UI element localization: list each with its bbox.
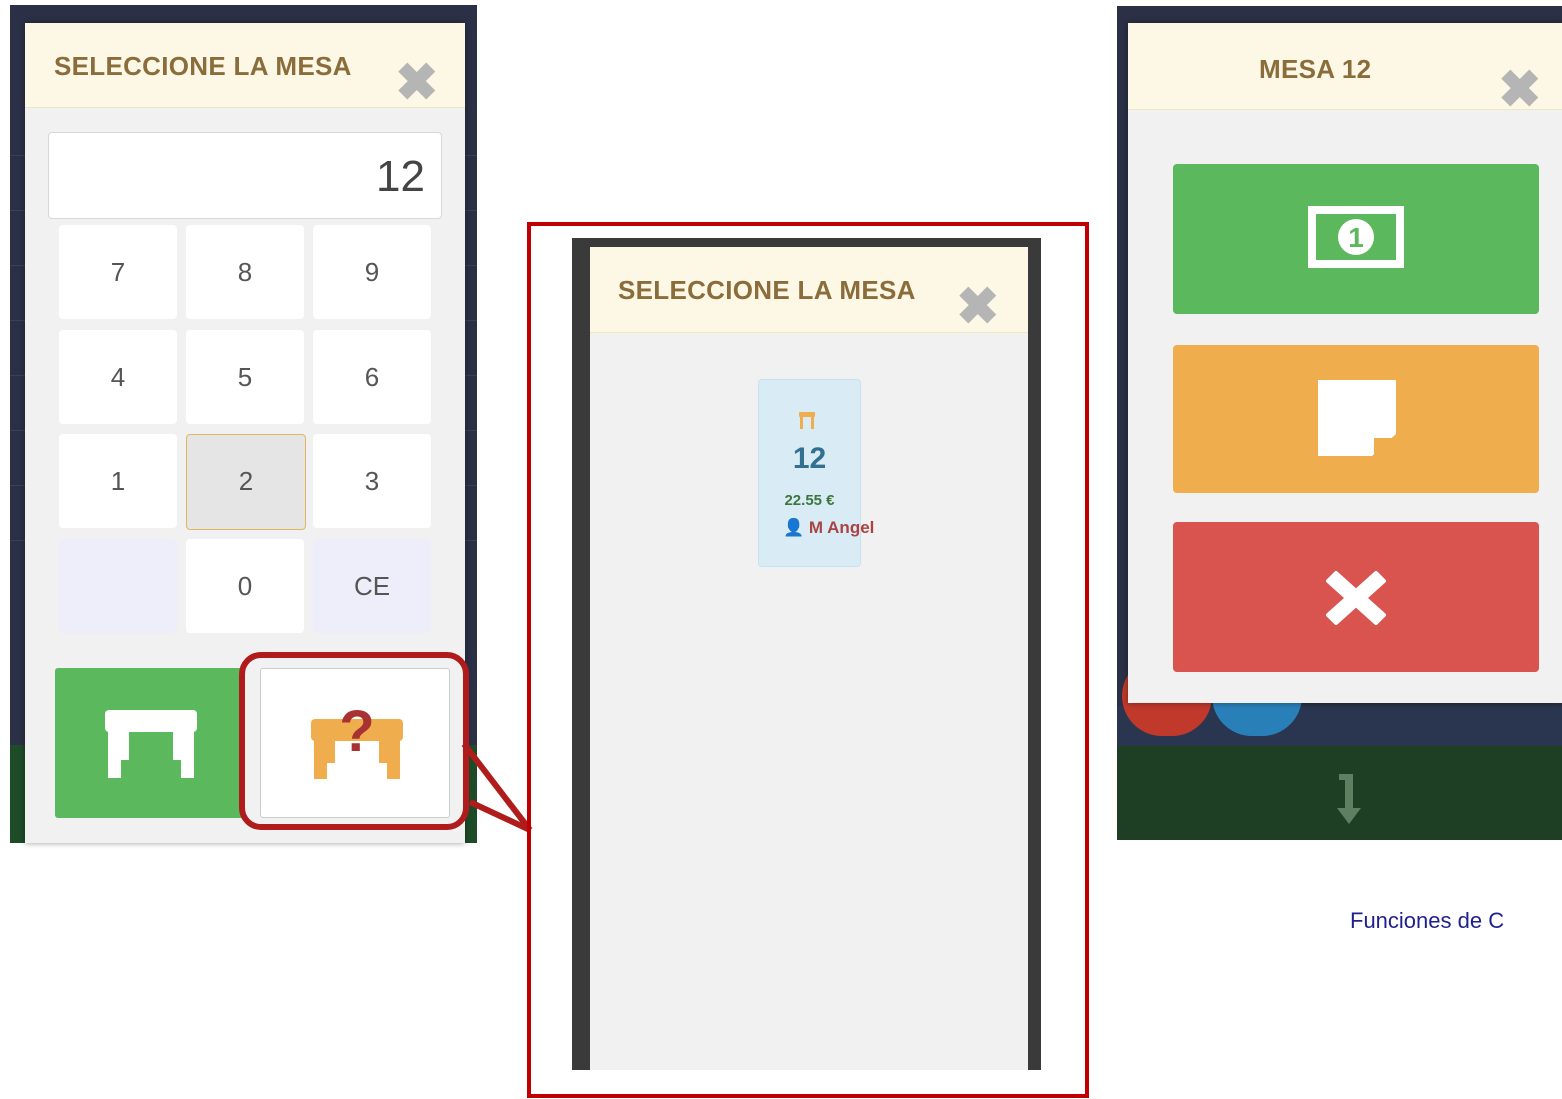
pay-button[interactable]: 1 (1173, 164, 1539, 314)
dialog-title: SELECCIONE LA MESA (618, 275, 916, 305)
chair-icon (799, 412, 815, 429)
key-1[interactable]: 1 (59, 434, 177, 528)
key-3[interactable]: 3 (313, 434, 431, 528)
select-table-button[interactable] (55, 668, 245, 818)
delete-button[interactable] (1173, 522, 1539, 672)
key-6[interactable]: 6 (313, 330, 431, 424)
dialog-header: MESA 12 ✖ (1128, 23, 1562, 119)
key-ce[interactable]: CE (313, 539, 431, 633)
user-icon: 👤 (783, 518, 805, 537)
dialog-title: MESA 12 (1259, 54, 1372, 84)
close-icon[interactable]: ✖ (956, 277, 1000, 337)
close-icon[interactable]: ✖ (395, 53, 439, 113)
table-amount: 22.55 € (784, 492, 835, 509)
waiter-name: M Angel (808, 518, 875, 537)
key-2[interactable]: 2 (186, 434, 306, 530)
table-number: 12 (792, 442, 827, 475)
note-icon (1318, 380, 1396, 456)
close-icon (1326, 571, 1386, 625)
key-0[interactable]: 0 (186, 539, 304, 633)
key-blank[interactable] (59, 539, 177, 633)
key-4[interactable]: 4 (59, 330, 177, 424)
arrow-down-icon[interactable] (1329, 766, 1369, 826)
table-waiter: 👤 M Angel (783, 518, 874, 538)
svg-text:1: 1 (1348, 222, 1364, 253)
key-7[interactable]: 7 (59, 225, 177, 319)
select-table-list-dialog: SELECCIONE LA MESA ✖ (590, 247, 1028, 1070)
close-icon[interactable]: ✖ (1498, 60, 1542, 120)
key-9[interactable]: 9 (313, 225, 431, 319)
dialog-header: SELECCIONE LA MESA ✖ (25, 23, 465, 112)
table-card[interactable]: 12 22.55 € 👤 M Angel (758, 379, 874, 567)
table-icon (105, 710, 197, 778)
highlight-callout (239, 652, 469, 830)
banknote-icon: 1 (1308, 206, 1404, 268)
caption-text: Funciones de C (1350, 908, 1505, 933)
table-number-display[interactable]: 12 (48, 132, 442, 219)
dialog-header: SELECCIONE LA MESA ✖ (590, 247, 1028, 336)
key-5[interactable]: 5 (186, 330, 304, 424)
dialog-title: SELECCIONE LA MESA (54, 51, 352, 81)
note-button[interactable] (1173, 345, 1539, 493)
key-8[interactable]: 8 (186, 225, 304, 319)
